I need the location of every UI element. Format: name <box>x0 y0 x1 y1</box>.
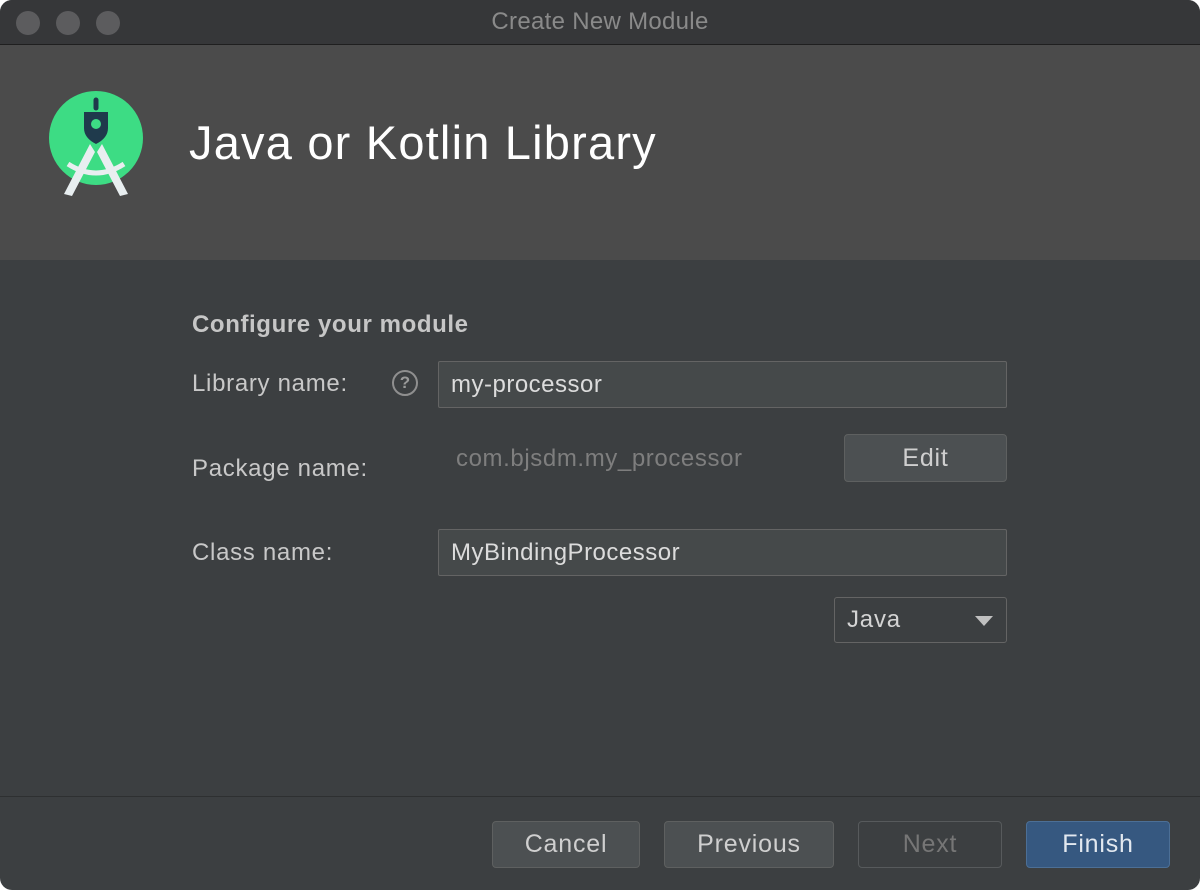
window-title: Create New Module <box>491 8 709 35</box>
title-bar: Create New Module <box>0 0 1200 45</box>
dialog-window: Create New Module Java or Kotlin Library… <box>0 0 1200 890</box>
library-name-input[interactable]: my-processor <box>438 361 1007 408</box>
wizard-title: Java or Kotlin Library <box>189 116 657 169</box>
library-name-label: Library name: <box>192 370 348 397</box>
help-icon[interactable]: ? <box>392 370 418 396</box>
section-title: Configure your module <box>192 311 469 338</box>
chevron-down-icon <box>975 616 993 626</box>
package-name-value: com.bjsdm.my_processor <box>456 445 743 472</box>
class-name-input[interactable]: MyBindingProcessor <box>438 529 1007 576</box>
cancel-button[interactable]: Cancel <box>492 821 640 868</box>
language-select[interactable]: Java <box>834 597 1007 643</box>
footer-divider <box>0 796 1200 797</box>
class-name-label: Class name: <box>192 539 334 566</box>
next-button[interactable]: Next <box>858 821 1002 868</box>
android-studio-logo-icon <box>49 91 143 196</box>
package-name-label: Package name: <box>192 455 368 482</box>
previous-button[interactable]: Previous <box>664 821 834 868</box>
language-select-value: Java <box>847 606 901 633</box>
edit-package-button[interactable]: Edit <box>844 434 1007 482</box>
finish-button[interactable]: Finish <box>1026 821 1170 868</box>
wizard-header: Java or Kotlin Library <box>0 45 1200 260</box>
